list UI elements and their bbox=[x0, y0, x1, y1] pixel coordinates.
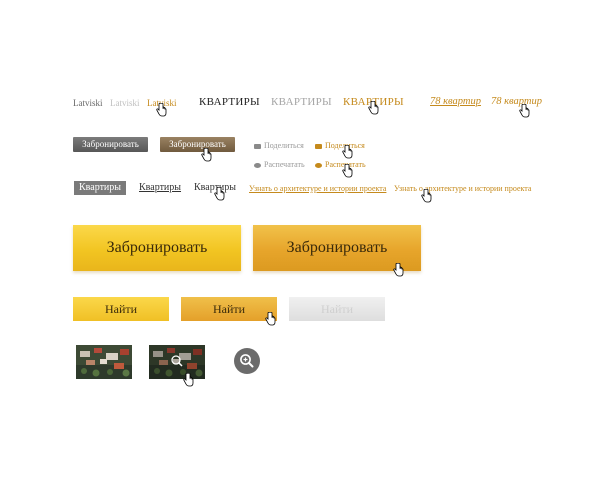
share-link-hover[interactable]: Поделиться bbox=[315, 141, 365, 150]
apartments-count-link[interactable]: 78 квартир bbox=[430, 96, 481, 107]
share-icon bbox=[315, 143, 322, 149]
aerial-photo-image bbox=[149, 345, 205, 379]
lang-link-hover[interactable]: Latviski bbox=[147, 98, 177, 108]
apartments-count-link-hover[interactable]: 78 квартир bbox=[491, 96, 542, 107]
zoom-in-icon bbox=[240, 354, 254, 368]
aerial-photo-image bbox=[76, 345, 132, 379]
learn-more-link[interactable]: Узнать о архитектуре и истории проекта bbox=[249, 184, 386, 193]
lang-link[interactable]: Latviski bbox=[110, 98, 140, 108]
gallery-thumbnail[interactable] bbox=[76, 345, 132, 379]
print-link[interactable]: Распечатать bbox=[254, 160, 305, 169]
find-button-disabled: Найти bbox=[289, 297, 385, 321]
print-icon bbox=[254, 162, 261, 168]
reserve-button-large-hover[interactable]: Забронировать bbox=[253, 225, 421, 271]
share-icon bbox=[254, 143, 261, 149]
nav-apartments-hover[interactable]: КВАРТИРЫ bbox=[343, 96, 404, 108]
reserve-button-small-hover[interactable]: Забронировать bbox=[160, 137, 235, 152]
reserve-button-small[interactable]: Забронировать bbox=[73, 137, 148, 152]
tab-apartments-active[interactable]: Квартиры bbox=[74, 181, 127, 195]
learn-more-link-hover[interactable]: Узнать о архитектуре и истории проекта bbox=[394, 184, 531, 193]
zoom-in-button[interactable] bbox=[234, 348, 260, 374]
gallery-thumbnail-hover[interactable] bbox=[149, 345, 205, 379]
nav-apartments-active[interactable]: КВАРТИРЫ bbox=[199, 96, 260, 108]
tab-apartments-hover[interactable]: Квартиры bbox=[194, 182, 236, 193]
reserve-button-large[interactable]: Забронировать bbox=[73, 225, 241, 271]
print-icon bbox=[315, 162, 322, 168]
find-button-hover[interactable]: Найти bbox=[181, 297, 277, 321]
lang-link-active[interactable]: Latviski bbox=[73, 98, 103, 108]
find-button[interactable]: Найти bbox=[73, 297, 169, 321]
tab-apartments[interactable]: Квартиры bbox=[139, 182, 181, 193]
print-link-hover[interactable]: Распечатать bbox=[315, 160, 366, 169]
share-link[interactable]: Поделиться bbox=[254, 141, 304, 150]
nav-apartments[interactable]: КВАРТИРЫ bbox=[271, 96, 332, 108]
